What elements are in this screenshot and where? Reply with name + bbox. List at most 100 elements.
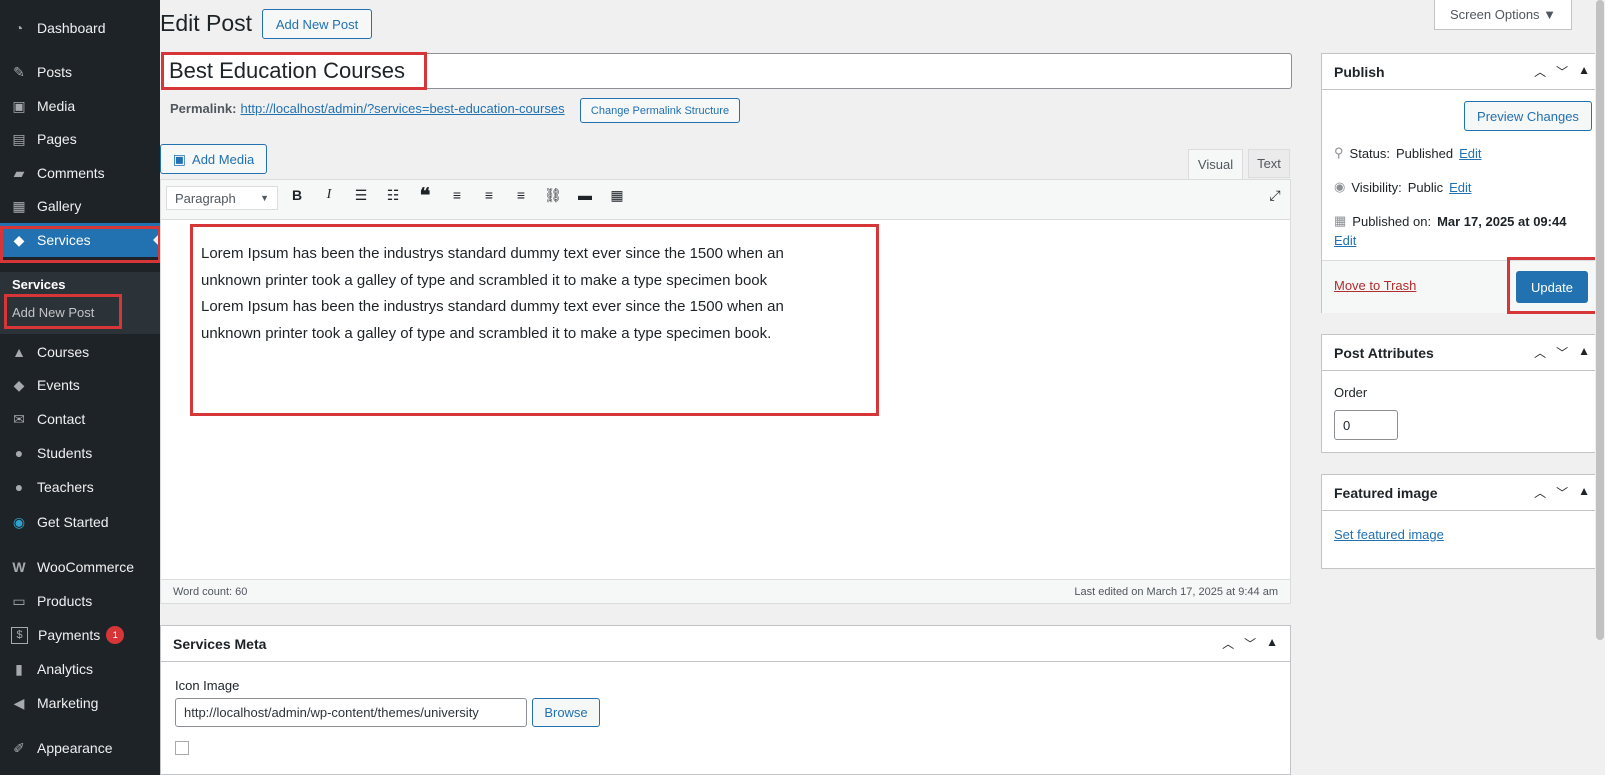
edit-date-link[interactable]: Edit [1334, 233, 1356, 248]
order-input[interactable]: 0 [1334, 410, 1398, 440]
brush-icon: ✐ [13, 739, 25, 756]
preview-changes-button[interactable]: Preview Changes [1464, 101, 1592, 131]
last-edited: Last edited on March 17, 2025 at 9:44 am [1074, 585, 1278, 598]
fullscreen-icon[interactable]: ⤢ [1264, 186, 1286, 204]
word-count: Word count: 60 [173, 585, 248, 598]
highlight-box [0, 226, 161, 263]
chevron-up-icon[interactable]: ︿ [1534, 63, 1546, 80]
toggle-triangle-icon[interactable]: ▲ [1578, 484, 1590, 501]
sidebar-item-dashboard[interactable]: ◔ Dashboard [0, 11, 160, 45]
sidebar-item-label: Gallery [37, 198, 82, 214]
globe-icon: ◉ [12, 513, 26, 530]
move-to-trash-link[interactable]: Move to Trash [1334, 278, 1416, 293]
sidebar-item-gallery[interactable]: ▦ Gallery [0, 189, 160, 223]
sidebar-item-label: Get Started [37, 514, 109, 530]
sidebar-item-payments[interactable]: $ Payments 1 [0, 618, 160, 652]
broken-image-icon [175, 741, 189, 755]
sidebar-item-events[interactable]: ◆ Events [0, 368, 160, 402]
highlight-box [4, 294, 122, 329]
toggle-triangle-icon[interactable]: ▲ [1266, 635, 1278, 652]
change-permalink-button[interactable]: Change Permalink Structure [580, 98, 740, 123]
submenu-item-services[interactable]: Services [12, 277, 66, 292]
chevron-up-icon[interactable]: ︿ [1534, 344, 1546, 361]
format-select-value: Paragraph [175, 190, 236, 206]
sidebar-item-analytics[interactable]: ▮ Analytics [0, 652, 160, 686]
bar-chart-icon: ▮ [15, 660, 23, 677]
add-new-post-button[interactable]: Add New Post [262, 9, 372, 39]
sidebar-item-label: Comments [37, 165, 105, 181]
sidebar-item-media[interactable]: ▣ Media [0, 89, 160, 123]
sidebar-item-label: Appearance [37, 740, 113, 756]
sidebar-item-comments[interactable]: ▰ Comments [0, 156, 160, 190]
chevron-down-icon[interactable]: ﹀ [1556, 63, 1568, 80]
align-center-icon[interactable]: ≡ [478, 186, 500, 204]
services-meta-box: Services Meta ︿ ﹀ ▲ Icon Image http://lo… [160, 625, 1291, 775]
sidebar-item-courses[interactable]: ▲ Courses [0, 335, 160, 369]
bulleted-list-icon[interactable]: ☰ [350, 186, 372, 204]
services-meta-header: Services Meta ︿ ﹀ ▲ [161, 626, 1290, 662]
tab-visual[interactable]: Visual [1188, 149, 1243, 179]
graduation-cap-icon: ▲ [12, 344, 26, 360]
sidebar-item-posts[interactable]: ✎ Posts [0, 55, 160, 89]
toggle-triangle-icon[interactable]: ▲ [1578, 63, 1590, 80]
sidebar-item-label: Students [37, 445, 93, 461]
sidebar-item-marketing[interactable]: ◀ Marketing [0, 686, 160, 720]
format-select[interactable]: Paragraph ▼ [166, 186, 278, 210]
align-left-icon[interactable]: ≡ [446, 186, 468, 204]
dollar-icon: $ [11, 626, 28, 644]
permalink-link[interactable]: http://localhost/admin/?services=best-ed… [240, 101, 564, 116]
sidebar-item-products[interactable]: ▭ Products [0, 584, 160, 618]
scrollbar[interactable] [1595, 0, 1605, 775]
toggle-triangle-icon[interactable]: ▲ [1578, 344, 1590, 361]
sidebar-item-contact[interactable]: ✉ Contact [0, 402, 160, 436]
link-icon[interactable]: ⛓ [542, 186, 564, 204]
screen-options-button[interactable]: Screen Options ▼ [1434, 0, 1572, 30]
italic-icon[interactable]: I [318, 186, 340, 204]
post-attributes-header: Post Attributes ︿ ﹀ ▲ [1322, 335, 1602, 371]
chevron-up-icon[interactable]: ︿ [1222, 635, 1234, 652]
toolbar-toggle-icon[interactable]: ▦ [606, 186, 628, 204]
set-featured-image-link[interactable]: Set featured image [1334, 527, 1444, 542]
blockquote-icon[interactable]: ❝ [414, 185, 436, 207]
align-right-icon[interactable]: ≡ [510, 186, 532, 204]
sidebar-item-pages[interactable]: ▤ Pages [0, 122, 160, 156]
box-handles: ︿ ﹀ ▲ [1534, 63, 1590, 80]
calendar-icon: ▦ [1334, 213, 1347, 228]
browse-button[interactable]: Browse [532, 698, 600, 727]
tab-text[interactable]: Text [1248, 149, 1290, 178]
sidebar-item-label: Contact [37, 411, 86, 427]
edit-status-link[interactable]: Edit [1459, 146, 1481, 161]
eye-icon: ◉ [1334, 179, 1346, 194]
media-icon: ▣ [172, 150, 187, 167]
published-on-label: Published on: [1352, 213, 1432, 229]
published-on-value: Mar 17, 2025 at 09:44 [1437, 213, 1567, 229]
chevron-down-icon[interactable]: ﹀ [1556, 484, 1568, 501]
sidebar-item-get-started[interactable]: ◉ Get Started [0, 505, 160, 539]
order-label: Order [1334, 385, 1368, 400]
sidebar-item-woocommerce[interactable]: W WooCommerce [0, 550, 160, 584]
sidebar-item-teachers[interactable]: ● Teachers [0, 470, 160, 504]
chevron-down-icon[interactable]: ﹀ [1556, 344, 1568, 361]
woocommerce-icon: W [12, 559, 26, 575]
numbered-list-icon[interactable]: ☷ [382, 186, 404, 204]
highlight-box [190, 224, 879, 416]
pages-icon: ▤ [12, 130, 26, 147]
sidebar-item-students[interactable]: ● Students [0, 436, 160, 470]
box-handles: ︿ ﹀ ▲ [1534, 484, 1590, 501]
scrollbar-thumb[interactable] [1596, 0, 1604, 640]
icon-image-input[interactable]: http://localhost/admin/wp-content/themes… [175, 698, 527, 727]
chevron-down-icon[interactable]: ﹀ [1244, 635, 1256, 652]
permalink-label: Permalink: [170, 101, 237, 116]
add-media-button[interactable]: ▣ Add Media [160, 144, 267, 174]
icon-image-label: Icon Image [175, 678, 240, 693]
bold-icon[interactable]: B [286, 186, 308, 204]
chevron-up-icon[interactable]: ︿ [1534, 484, 1546, 501]
publish-header: Publish ︿ ﹀ ▲ [1322, 54, 1602, 90]
sidebar-item-label: Events [37, 377, 80, 393]
visibility-value: Public [1407, 179, 1444, 195]
edit-visibility-link[interactable]: Edit [1449, 180, 1471, 195]
box-handles: ︿ ﹀ ▲ [1222, 635, 1278, 652]
sidebar-item-appearance[interactable]: ✐ Appearance [0, 731, 160, 765]
read-more-icon[interactable]: ▬ [574, 186, 596, 204]
sidebar-item-label: Media [37, 98, 76, 114]
